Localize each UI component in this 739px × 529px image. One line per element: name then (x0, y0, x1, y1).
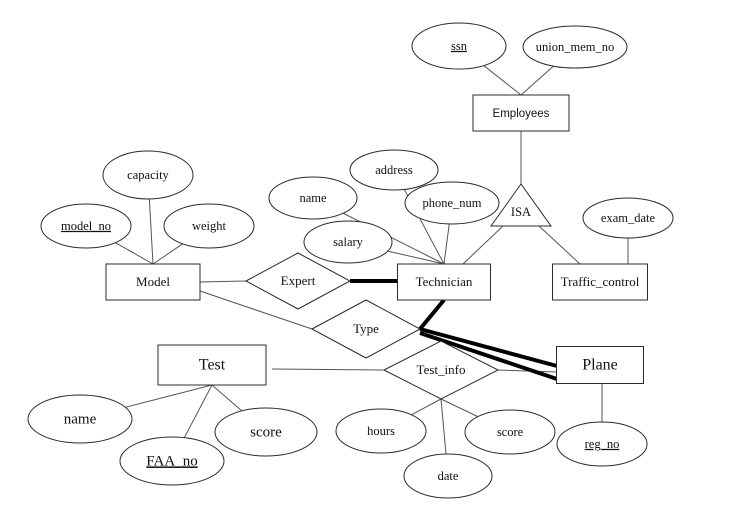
attribute-exam_date[interactable]: exam_date (582, 197, 674, 239)
entity-model[interactable]: Model (105, 263, 201, 301)
label-capacity: capacity (127, 168, 169, 182)
attribute-reg_no[interactable]: reg_no (556, 421, 648, 467)
entity-traffic_control[interactable]: Traffic_control (552, 263, 648, 301)
label-date: date (438, 469, 459, 483)
label-score_info: score (497, 425, 524, 439)
attribute-name_tech[interactable]: name (268, 176, 358, 220)
label-address: address (375, 163, 413, 177)
label-type: Type (353, 321, 379, 336)
attribute-weight[interactable]: weight (163, 203, 255, 249)
label-phone_num: phone_num (422, 196, 481, 210)
relationship-test_info[interactable]: Test_info (382, 340, 500, 400)
label-exam_date: exam_date (601, 211, 656, 225)
edge-date-test-info (440, 398, 447, 455)
attribute-union_mem_no[interactable]: union_mem_no (522, 25, 628, 69)
er-diagram-canvas: Employees Technician Traffic_control Model T… (0, 0, 739, 529)
entity-plane[interactable]: Plane (556, 346, 644, 384)
label-isa: ISA (511, 205, 531, 219)
label-weight: weight (192, 219, 227, 233)
label-hours: hours (367, 424, 395, 438)
attribute-name_test[interactable]: name (27, 394, 133, 444)
label-test: Test (199, 357, 226, 374)
edge-hours-test-info (411, 398, 442, 416)
edge-isa-traffic-control (538, 225, 581, 265)
edge-test-test-info (271, 368, 385, 371)
edge-score-test-info (440, 398, 479, 418)
label-expert: Expert (281, 273, 316, 288)
entity-employees[interactable]: Employees (472, 94, 570, 132)
edge-isa-technician (462, 225, 504, 265)
entity-test[interactable]: Test (157, 344, 267, 386)
attribute-address[interactable]: address (349, 149, 439, 191)
edge-faa-no-test (183, 384, 213, 438)
label-union_mem_no: union_mem_no (536, 40, 614, 54)
edge-union-employees (520, 65, 554, 96)
label-ssn: ssn (451, 39, 468, 53)
label-faa_no: FAA_no (146, 453, 197, 469)
label-employees: Employees (493, 108, 550, 120)
attribute-hours[interactable]: hours (335, 408, 427, 454)
attribute-model_no[interactable]: model_no (40, 203, 132, 249)
isa-triangle[interactable]: ISA (490, 183, 552, 227)
attribute-capacity[interactable]: capacity (102, 150, 194, 200)
relationship-type[interactable]: Type (310, 299, 422, 359)
attribute-faa_no[interactable]: FAA_no (119, 436, 225, 486)
label-technician: Technician (416, 274, 473, 289)
label-reg_no: reg_no (585, 437, 620, 451)
label-score_test: score (250, 424, 282, 440)
edge-phone-technician (443, 223, 450, 265)
label-name_tech: name (299, 191, 327, 205)
entity-technician[interactable]: Technician (397, 263, 491, 301)
edge-name-test (125, 384, 213, 408)
attribute-ssn[interactable]: ssn (411, 22, 507, 70)
edge-model-no-model (115, 242, 154, 265)
label-plane: Plane (582, 357, 618, 374)
attribute-score_test[interactable]: score (214, 407, 318, 457)
edge-weight-model (152, 243, 183, 265)
label-model: Model (136, 274, 170, 289)
label-salary: salary (333, 235, 364, 249)
attribute-score_info[interactable]: score (464, 409, 556, 455)
edge-model-expert (199, 280, 247, 283)
edge-salary-technician (387, 250, 445, 265)
er-diagram-svg: Employees Technician Traffic_control Model T… (27, 22, 674, 499)
label-name_test: name (64, 411, 97, 427)
label-model_no: model_no (61, 219, 111, 233)
edge-capacity-model (148, 198, 154, 265)
edge-technician-type (418, 298, 446, 331)
edge-ssn-employees (483, 65, 522, 96)
attribute-phone_num[interactable]: phone_num (404, 181, 500, 225)
label-test_info: Test_info (417, 362, 466, 377)
edge-score-test (211, 384, 243, 412)
label-traffic_control: Traffic_control (561, 274, 640, 289)
attribute-salary[interactable]: salary (303, 220, 393, 264)
attribute-date[interactable]: date (403, 453, 493, 499)
